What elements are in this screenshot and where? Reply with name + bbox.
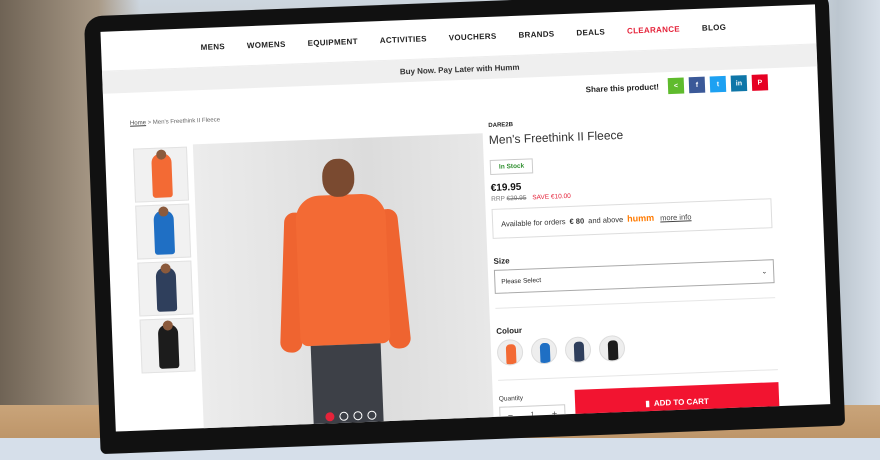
- laptop-screen: MENS WOMENS EQUIPMENT ACTIVITIES VOUCHER…: [100, 4, 831, 432]
- thumbnail-black[interactable]: [139, 317, 196, 374]
- save-amount: SAVE €10.00: [532, 192, 571, 202]
- linkedin-icon[interactable]: in: [730, 75, 748, 92]
- breadcrumb: Home > Men's Freethink II Fleece: [130, 117, 220, 126]
- colour-swatch-black[interactable]: [598, 334, 626, 362]
- quantity-group: Quantity − 1 +: [499, 393, 566, 425]
- quantity-label: Quantity: [498, 394, 524, 403]
- colour-swatches: [496, 329, 778, 366]
- model-fleece: [294, 193, 391, 347]
- pinterest-icon[interactable]: P: [751, 74, 769, 91]
- nav-item-vouchers[interactable]: VOUCHERS: [449, 32, 497, 43]
- product-main-image[interactable]: [192, 133, 494, 432]
- humm-logo: humm: [626, 212, 655, 224]
- colour-swatch-orange[interactable]: [496, 338, 524, 366]
- breadcrumb-home-link[interactable]: Home: [130, 120, 146, 127]
- facebook-icon[interactable]: f: [688, 76, 706, 94]
- divider: [495, 297, 776, 309]
- humm-amount: € 80: [569, 215, 585, 226]
- size-select-value: Please Select: [501, 276, 542, 286]
- humm-text-2: and above: [587, 214, 624, 225]
- breadcrumb-current: Men's Freethink II Fleece: [152, 117, 221, 126]
- thumbnail-figure: [151, 153, 173, 198]
- divider: [498, 369, 778, 381]
- nav-item-brands[interactable]: BRANDS: [518, 29, 554, 39]
- thumbnail-figure: [153, 210, 176, 255]
- stock-badge: In Stock: [489, 158, 534, 175]
- twitter-icon[interactable]: t: [709, 75, 727, 93]
- humm-box: Available for orders € 80 and above humm…: [491, 198, 773, 239]
- thumbnail-figure: [157, 324, 180, 369]
- quantity-row: Quantity − 1 + ▮ ADD TO CART: [499, 382, 780, 425]
- size-select[interactable]: Please Select ⌄: [493, 259, 775, 294]
- share-bar: Share this product! < f t in P: [585, 74, 769, 97]
- humm-text-1: Available for orders: [500, 216, 566, 229]
- swatch-garment: [539, 342, 551, 364]
- nav-item-mens[interactable]: MENS: [200, 42, 225, 52]
- nav-item-deals[interactable]: DEALS: [576, 27, 605, 37]
- nav-item-equipment[interactable]: EQUIPMENT: [307, 37, 358, 48]
- colour-swatch-blue[interactable]: [530, 337, 558, 365]
- swatch-garment: [573, 341, 585, 362]
- bag-icon: ▮: [645, 398, 651, 408]
- swatch-garment: [505, 344, 517, 365]
- thumbnail-figure: [155, 267, 178, 312]
- rrp-price: €29.95: [506, 194, 527, 203]
- nav-item-activities[interactable]: ACTIVITIES: [380, 34, 427, 45]
- add-to-cart-label: ADD TO CART: [653, 396, 709, 408]
- model-figure: [280, 157, 412, 432]
- thumbnail-blue[interactable]: [135, 203, 192, 260]
- share-icon[interactable]: <: [667, 77, 685, 95]
- thumbnail-list: [132, 146, 200, 376]
- nav-item-womens[interactable]: WOMENS: [247, 40, 286, 50]
- thumbnail-navy[interactable]: [137, 260, 194, 317]
- gallery-dot[interactable]: [339, 411, 349, 421]
- nav-item-blog[interactable]: BLOG: [702, 23, 727, 33]
- laptop-frame: MENS WOMENS EQUIPMENT ACTIVITIES VOUCHER…: [83, 0, 846, 455]
- plus-icon[interactable]: +: [544, 408, 564, 419]
- quantity-stepper: − 1 +: [499, 404, 566, 425]
- colour-swatch-navy[interactable]: [564, 336, 592, 364]
- quantity-value[interactable]: 1: [522, 411, 542, 419]
- rrp-label: RRP: [491, 195, 505, 203]
- humm-more-info-link[interactable]: more info: [660, 212, 692, 222]
- add-to-cart-button[interactable]: ▮ ADD TO CART: [574, 382, 780, 422]
- product-info: DARE2B Men's Freethink II Fleece In Stoc…: [488, 112, 780, 425]
- model-head: [321, 158, 355, 198]
- nav-item-clearance[interactable]: CLEARANCE: [627, 25, 680, 36]
- chevron-down-icon: ⌄: [761, 268, 768, 276]
- gallery-dot[interactable]: [353, 411, 363, 421]
- minus-icon[interactable]: −: [500, 410, 520, 421]
- share-label: Share this product!: [585, 81, 660, 94]
- gallery-dot[interactable]: [325, 412, 335, 422]
- gallery-dot[interactable]: [367, 410, 377, 420]
- thumbnail-orange[interactable]: [132, 146, 190, 203]
- swatch-garment: [607, 340, 619, 361]
